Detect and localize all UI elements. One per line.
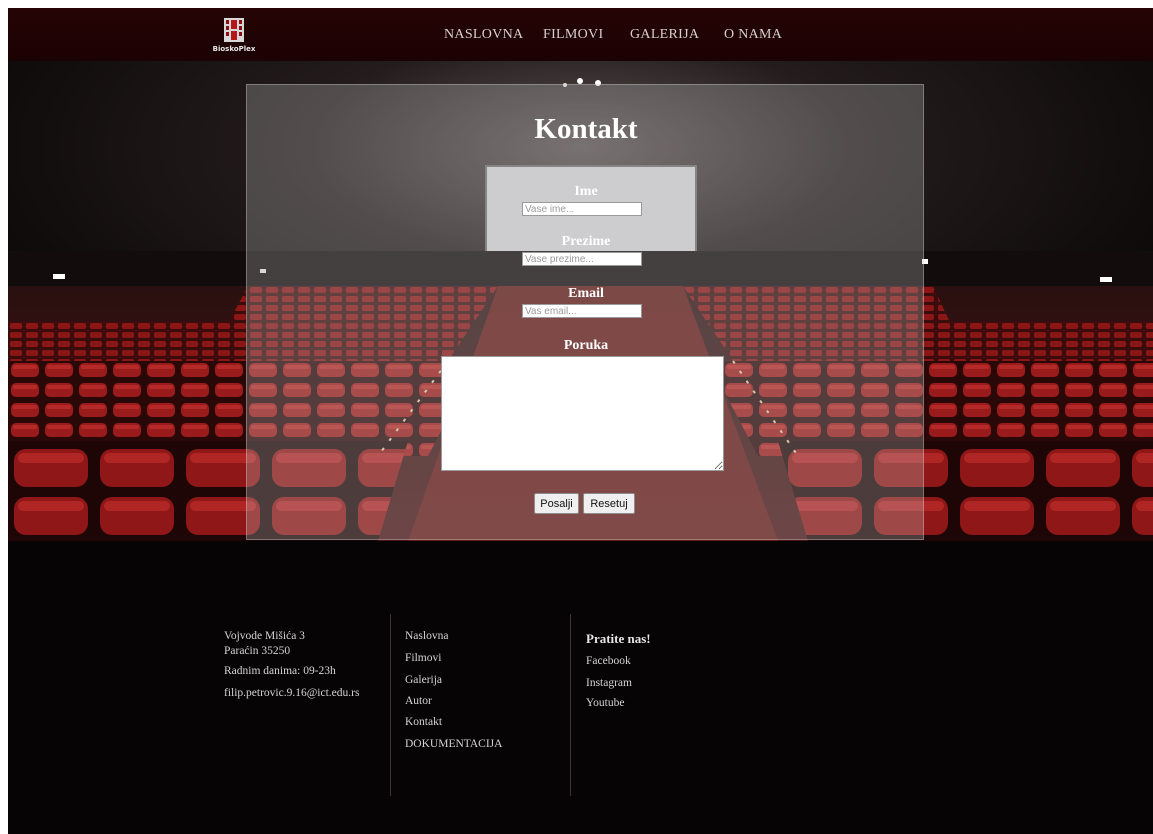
email-label: Email xyxy=(568,286,604,301)
navbar: BioskoPlex NASLOVNA FILMOVI GALERIJA O N… xyxy=(8,8,1153,61)
address-line-1: Vojvode Mišića 3 xyxy=(224,630,305,642)
footer-link-naslovna[interactable]: Naslovna xyxy=(405,630,448,642)
nav-o-nama[interactable]: O NAMA xyxy=(724,27,782,43)
film-logo-icon xyxy=(224,18,244,42)
footer-link-galerija[interactable]: Galerija xyxy=(405,674,442,686)
hero-background: Kontakt Ime Prezime Email Poruka Posalji… xyxy=(8,61,1153,541)
social-link-facebook[interactable]: Facebook xyxy=(586,655,631,667)
prezime-input[interactable] xyxy=(522,252,642,266)
footer-link-kontakt[interactable]: Kontakt xyxy=(405,716,442,728)
social-heading: Pratite nas! xyxy=(586,631,651,646)
footer-link-dokumentacija[interactable]: DOKUMENTACIJA xyxy=(405,738,502,750)
message-textarea[interactable] xyxy=(441,356,724,471)
submit-button[interactable]: Posalji xyxy=(534,493,579,514)
contact-email: filip.petrovic.9.16@ict.edu.rs xyxy=(224,687,360,699)
nav-galerija[interactable]: GALERIJA xyxy=(630,27,699,43)
nav-filmovi[interactable]: FILMOVI xyxy=(543,27,603,43)
footer-divider xyxy=(390,614,391,796)
prezime-label: Prezime xyxy=(561,234,611,249)
working-hours: Radnim danima: 09-23h xyxy=(224,665,336,677)
site-logo[interactable]: BioskoPlex xyxy=(205,16,263,54)
logo-text: BioskoPlex xyxy=(212,45,256,53)
social-link-youtube[interactable]: Youtube xyxy=(586,697,624,709)
email-input[interactable] xyxy=(522,304,642,318)
reset-button[interactable]: Resetuj xyxy=(583,493,635,514)
ime-input[interactable] xyxy=(522,202,642,216)
poruka-label: Poruka xyxy=(563,338,609,353)
social-link-instagram[interactable]: Instagram xyxy=(586,677,632,689)
footer-link-filmovi[interactable]: Filmovi xyxy=(405,652,441,664)
footer-link-autor[interactable]: Autor xyxy=(405,695,432,707)
footer: Vojvode Mišića 3 Paraćin 35250 Radnim da… xyxy=(8,541,1153,834)
contact-form-panel: Kontakt Ime Prezime Email Poruka Posalji… xyxy=(246,84,924,540)
page: BioskoPlex NASLOVNA FILMOVI GALERIJA O N… xyxy=(8,8,1153,834)
ime-label: Ime xyxy=(574,184,598,199)
address-line-2: Paraćin 35250 xyxy=(224,645,291,657)
page-title: Kontakt xyxy=(534,113,638,145)
footer-divider xyxy=(570,614,571,796)
nav-naslovna[interactable]: NASLOVNA xyxy=(444,27,523,43)
